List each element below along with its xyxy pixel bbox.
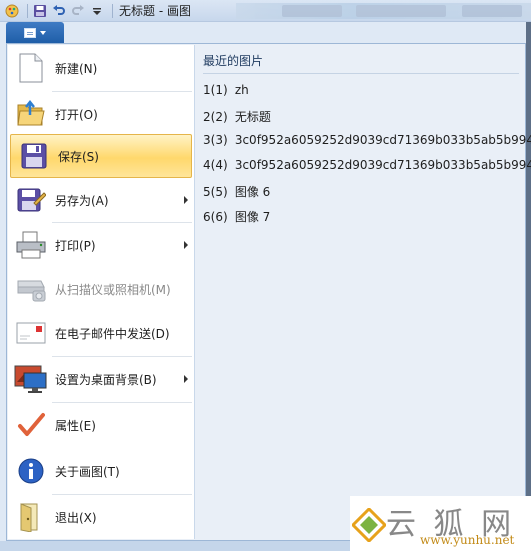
recent-item[interactable]: 6(6) 图像 7	[203, 208, 270, 225]
chevron-right-icon	[184, 196, 188, 204]
desktop-background-icon	[14, 362, 48, 396]
menu-item-print[interactable]: 打印(P)	[8, 223, 194, 267]
menu-item-label: 退出(X)	[55, 510, 97, 525]
email-icon	[14, 316, 48, 350]
menu-item-label: 新建(N)	[55, 61, 98, 76]
recent-item-number: 2(2)	[203, 110, 228, 124]
title-bar: 无标题 - 画图	[0, 0, 531, 22]
menu-item-label: 设置为桌面背景(B)	[55, 372, 157, 387]
checkmark-icon	[14, 408, 48, 442]
watermark: 云 狐 网 www.yunhu.net	[350, 496, 531, 551]
quick-save-icon[interactable]	[32, 3, 48, 19]
recent-item[interactable]: 4(4) 3c0f952a6059252d9039cd71369b033b5ab…	[203, 158, 531, 172]
menu-item-about[interactable]: 关于画图(T)	[8, 449, 194, 493]
printer-icon	[14, 228, 48, 262]
watermark-logo-icon	[352, 508, 386, 542]
toolbar-separator	[27, 3, 28, 18]
menu-item-save-as[interactable]: 另存为(A)	[8, 178, 194, 222]
paint-app-icon[interactable]	[4, 3, 20, 19]
recent-item[interactable]: 2(2) 无标题	[203, 108, 271, 125]
save-as-icon	[14, 183, 48, 217]
undo-icon[interactable]	[51, 3, 67, 19]
recent-item[interactable]: 3(3) 3c0f952a6059252d9039cd71369b033b5ab…	[203, 133, 531, 147]
chevron-down-icon	[40, 30, 46, 35]
background-window-strip	[236, 3, 531, 19]
watermark-url: www.yunhu.net	[420, 533, 515, 547]
info-icon	[14, 454, 48, 488]
recent-pictures-panel: 最近的图片 1(1) zh 2(2) 无标题 3(3) 3c0f952a6059…	[195, 45, 531, 539]
document-icon	[24, 27, 36, 38]
chevron-right-icon	[184, 241, 188, 249]
file-menu: 新建(N) 打开(O) 保存(S) 另存为(A) 打印(P) 从扫描仪或照相机(…	[6, 43, 531, 541]
menu-item-new[interactable]: 新建(N)	[8, 46, 194, 90]
menu-item-label: 另存为(A)	[55, 193, 109, 208]
recent-item-number: 6(6)	[203, 210, 228, 224]
menu-item-label: 关于画图(T)	[55, 464, 120, 479]
recent-pictures-heading: 最近的图片	[203, 54, 264, 68]
menu-item-set-desktop-background[interactable]: 设置为桌面背景(B)	[8, 357, 194, 401]
heading-divider	[203, 73, 519, 74]
recent-item-name: 3c0f952a6059252d9039cd71369b033b5ab5b994	[234, 158, 531, 172]
menu-item-save[interactable]: 保存(S)	[10, 134, 192, 178]
menu-item-label: 打开(O)	[55, 107, 98, 122]
recent-item[interactable]: 1(1) zh	[203, 83, 249, 97]
menu-item-send-email[interactable]: 在电子邮件中发送(D)	[8, 311, 194, 355]
menu-item-exit[interactable]: 退出(X)	[8, 495, 194, 539]
redo-icon[interactable]	[70, 3, 86, 19]
menu-item-from-scanner: 从扫描仪或照相机(M)	[8, 267, 194, 311]
toolbar-separator	[112, 3, 113, 18]
scanner-icon	[14, 272, 48, 306]
menu-item-label: 从扫描仪或照相机(M)	[55, 282, 171, 297]
open-folder-icon	[14, 97, 48, 131]
file-menu-button[interactable]	[6, 22, 64, 43]
menu-item-label: 保存(S)	[58, 149, 99, 164]
recent-item[interactable]: 5(5) 图像 6	[203, 183, 270, 200]
recent-item-number: 4(4)	[203, 158, 228, 172]
exit-icon	[14, 500, 48, 534]
recent-item-name: zh	[234, 83, 249, 97]
new-file-icon	[14, 51, 48, 85]
chevron-right-icon	[184, 375, 188, 383]
recent-item-name: 图像 6	[234, 185, 271, 199]
recent-item-name: 无标题	[234, 110, 271, 124]
customize-toolbar-icon[interactable]	[89, 3, 105, 19]
menu-item-label: 在电子邮件中发送(D)	[55, 326, 170, 341]
menu-item-label: 打印(P)	[55, 238, 96, 253]
recent-item-number: 5(5)	[203, 185, 228, 199]
menu-item-label: 属性(E)	[55, 418, 96, 433]
background-window-edge	[526, 22, 531, 541]
recent-item-name: 图像 7	[234, 210, 271, 224]
menu-commands: 新建(N) 打开(O) 保存(S) 另存为(A) 打印(P) 从扫描仪或照相机(…	[8, 45, 195, 539]
floppy-disk-icon	[17, 139, 51, 173]
recent-item-number: 1(1)	[203, 83, 228, 97]
recent-item-name: 3c0f952a6059252d9039cd71369b033b5ab5b994	[234, 133, 531, 147]
menu-item-open[interactable]: 打开(O)	[8, 92, 194, 136]
recent-item-number: 3(3)	[203, 133, 228, 147]
window-title: 无标题 - 画图	[119, 4, 191, 18]
menu-item-properties[interactable]: 属性(E)	[8, 403, 194, 447]
